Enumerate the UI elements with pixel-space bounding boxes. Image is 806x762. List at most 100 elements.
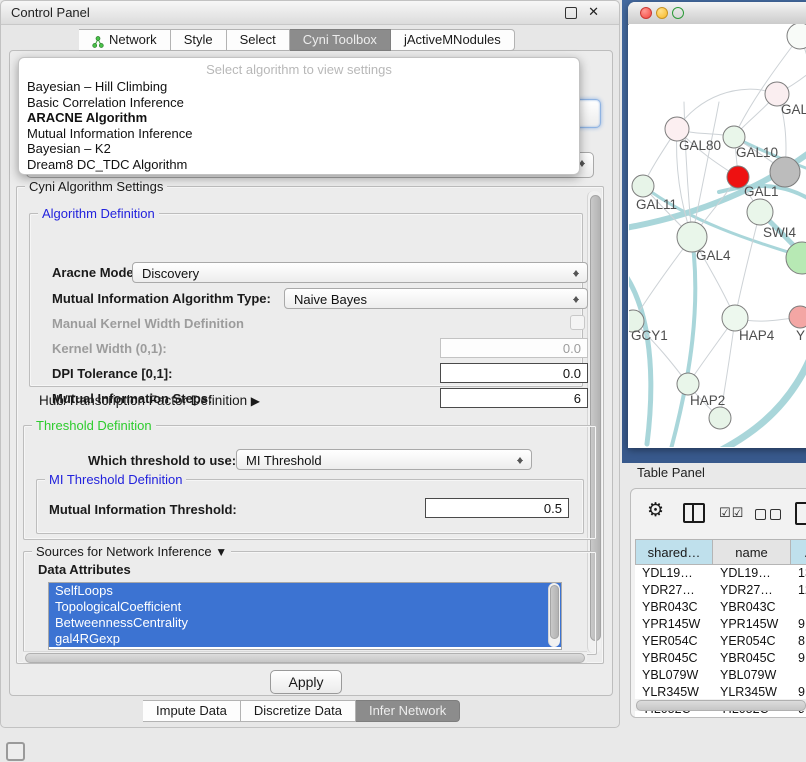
close-window-button[interactable]: [640, 7, 652, 19]
bottom-tab[interactable]: Discretize Data: [241, 700, 356, 722]
network-node-label: HAP2: [690, 393, 725, 408]
control-panel-tab[interactable]: jActiveMNodules: [391, 29, 515, 51]
select-all-checkboxes-icon[interactable]: ☑☑: [719, 505, 744, 521]
network-window: GALGAL80GAL10GAL1SWI4GAL11GAL4GCY1HAP4YH…: [628, 2, 806, 448]
cell-shared-name: YDR27…: [635, 582, 713, 599]
kernel-width-field[interactable]: 0.0: [440, 338, 588, 358]
mi-threshold-field[interactable]: 0.5: [425, 498, 569, 518]
bottom-tab[interactable]: Infer Network: [356, 700, 460, 722]
table-row[interactable]: YER054C YER054C 8.: [635, 633, 806, 650]
dpi-tolerance-field[interactable]: 0.0: [440, 363, 588, 383]
network-node[interactable]: [786, 242, 806, 274]
mi-threshold-group: MI Threshold Definition Mutual Informati…: [36, 479, 584, 534]
mi-type-combo[interactable]: Naive Bayes: [284, 288, 588, 309]
column-header-next[interactable]: A: [791, 539, 806, 565]
control-panel-tab[interactable]: Style: [171, 29, 227, 51]
data-attributes-label: Data Attributes: [38, 562, 131, 577]
algorithm-dropdown: Select algorithm to view settings Bayesi…: [18, 57, 580, 175]
dropdown-item-label: Dream8 DC_TDC Algorithm: [27, 157, 187, 172]
network-node[interactable]: [787, 24, 806, 49]
cell-shared-name: YBR045C: [635, 650, 713, 667]
dropdown-item[interactable]: Bayesian – K2: [19, 141, 579, 157]
attribute-list-item[interactable]: SelfLoops: [49, 583, 561, 599]
bottom-tab[interactable]: Impute Data: [143, 700, 241, 722]
float-window-icon[interactable]: [565, 7, 577, 19]
table-row[interactable]: YDR27… YDR27… 12: [635, 582, 806, 599]
dropdown-item[interactable]: Bayesian – Hill Climbing: [19, 79, 579, 95]
column-header-shared-name[interactable]: shared…: [635, 539, 713, 565]
attribute-name: TopologicalCoefficient: [55, 599, 181, 614]
minimize-window-button[interactable]: [656, 7, 668, 19]
table-header-row: shared… name A: [635, 539, 806, 565]
which-threshold-combo[interactable]: MI Threshold: [236, 449, 532, 470]
settings-hscrollbar-thumb[interactable]: [25, 653, 585, 663]
attribute-list-item[interactable]: BetweennessCentrality: [49, 615, 561, 631]
dropdown-item[interactable]: Mutual Information Inference: [19, 126, 579, 142]
zoom-window-button[interactable]: [672, 7, 684, 19]
cell-value: 8.: [791, 633, 806, 650]
dropdown-item[interactable]: ARACNE Algorithm: [19, 110, 579, 126]
manual-kernel-checkbox[interactable]: [570, 315, 585, 330]
bottom-tab-label: Infer Network: [369, 701, 446, 721]
cell-name: YDL19…: [713, 565, 791, 582]
network-edge[interactable]: [692, 102, 719, 237]
cell-shared-name: YDL19…: [635, 565, 713, 582]
dropdown-item[interactable]: Basic Correlation Inference: [19, 95, 579, 111]
cell-value: 9.: [791, 650, 806, 667]
network-node-label: GCY1: [631, 328, 668, 343]
collapse-arrow-icon[interactable]: ▼: [215, 545, 227, 559]
control-panel-tab[interactable]: Network: [79, 29, 171, 51]
network-node-label: Y: [796, 328, 805, 343]
network-edge[interactable]: [671, 237, 695, 447]
table-hscrollbar-track[interactable]: [633, 699, 806, 711]
aracne-mode-combo[interactable]: Discovery: [132, 262, 588, 283]
table-row[interactable]: YPR145W YPR145W 9.: [635, 616, 806, 633]
dropdown-item[interactable]: Dream8 DC_TDC Algorithm: [19, 157, 579, 173]
network-node[interactable]: [709, 407, 731, 429]
dropdown-item-label: Bayesian – K2: [27, 141, 111, 156]
network-node[interactable]: [770, 157, 800, 187]
network-desktop: GALGAL80GAL10GAL1SWI4GAL11GAL4GCY1HAP4YH…: [622, 0, 806, 463]
dropdown-item-label: ARACNE Algorithm: [27, 110, 147, 125]
table-panel: ⚙ ☑☑ shared… name A YDL19… YDL19… 13 YDR…: [630, 488, 806, 718]
network-canvas[interactable]: GALGAL80GAL10GAL1SWI4GAL11GAL4GCY1HAP4YH…: [629, 24, 806, 447]
network-node[interactable]: [789, 306, 806, 328]
table-row[interactable]: YDL19… YDL19… 13: [635, 565, 806, 582]
hub-definition-toggle[interactable]: Hub/Transcription Factor Definition ▶: [39, 393, 260, 408]
network-edge[interactable]: [629, 269, 651, 444]
close-panel-icon[interactable]: ✕: [588, 4, 599, 20]
table-row[interactable]: YBR045C YBR045C 9.: [635, 650, 806, 667]
gear-icon[interactable]: ⚙: [647, 499, 664, 522]
control-panel-tab[interactable]: Cyni Toolbox: [290, 29, 391, 51]
list-scrollbar-thumb[interactable]: [550, 585, 559, 639]
table-row[interactable]: YBR043C YBR043C: [635, 599, 806, 616]
deselect-all-checkboxes-icon[interactable]: [755, 508, 785, 523]
columns-icon[interactable]: [683, 503, 705, 523]
control-panel-tab[interactable]: Select: [227, 29, 290, 51]
attribute-list-item[interactable]: gal4RGexp: [49, 631, 561, 647]
network-node-label: SWI4: [763, 225, 796, 240]
function-builder-icon[interactable]: [795, 502, 806, 525]
network-node[interactable]: [747, 199, 773, 225]
apply-button[interactable]: Apply: [270, 670, 342, 694]
mi-type-value: Naive Bayes: [294, 292, 367, 307]
settings-hscrollbar-track[interactable]: [23, 651, 587, 663]
list-scrollbar-track[interactable]: [548, 583, 560, 647]
which-threshold-value: MI Threshold: [246, 453, 322, 468]
mi-steps-field[interactable]: 6: [440, 388, 588, 408]
table-hscrollbar-thumb[interactable]: [636, 700, 806, 711]
network-node[interactable]: [677, 373, 699, 395]
column-header-name[interactable]: name: [713, 539, 791, 565]
network-node[interactable]: [632, 175, 654, 197]
minimized-panel-icon[interactable]: [6, 742, 25, 761]
attribute-list-item[interactable]: TopologicalCoefficient: [49, 599, 561, 615]
sources-group: Sources for Network Inference ▼ Data Att…: [23, 551, 597, 655]
network-window-titlebar[interactable]: [628, 2, 806, 25]
cell-value: [791, 599, 806, 616]
table-panel-title: Table Panel: [637, 465, 705, 480]
tab-label: jActiveMNodules: [404, 30, 501, 50]
table-row[interactable]: YBL079W YBL079W: [635, 667, 806, 684]
cell-value: 12: [791, 582, 806, 599]
network-edge[interactable]: [735, 212, 760, 318]
attribute-name: gal4RGexp: [55, 631, 120, 646]
